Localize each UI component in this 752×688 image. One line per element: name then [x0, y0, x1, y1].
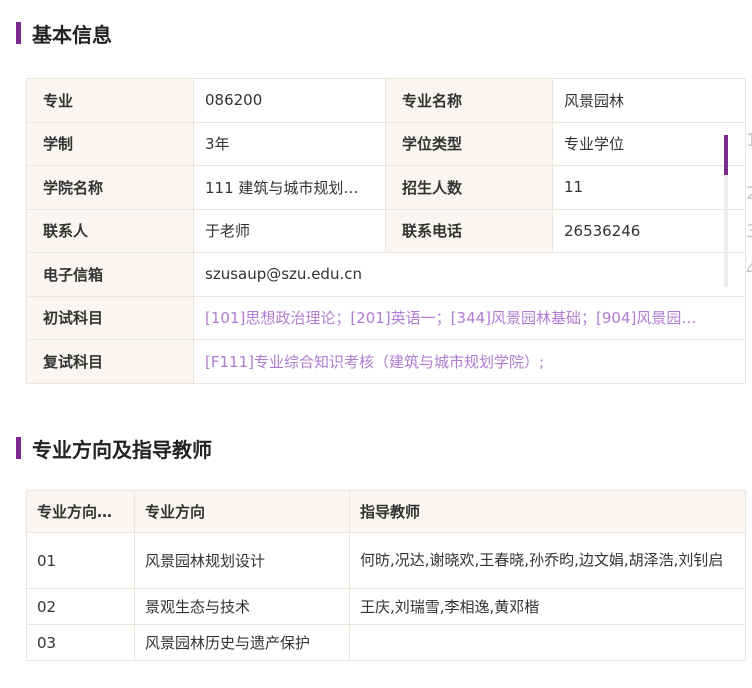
- prelim-subjects-label: 初试科目: [26, 295, 194, 340]
- col-header-teachers: 指导教师: [349, 490, 746, 533]
- table-row: 初试科目 [101]思想政治理论；[201]英语一；[344]风景园林基础；[9…: [26, 295, 746, 340]
- table-header-row: 专业方向… 专业方向 指导教师: [26, 490, 746, 533]
- phone-value: 26536246: [552, 208, 746, 253]
- basic-info-table: 专业 086200 专业名称 风景园林 学制 3年 学位类型 专业学位 学院名称…: [26, 78, 746, 384]
- table-row: 02 景观生态与技术 王庆,刘瑞雪,李相逸,黄邓楷: [26, 588, 746, 625]
- direction-name: 景观生态与技术: [134, 588, 350, 625]
- table-row: 学制 3年 学位类型 专业学位: [26, 121, 746, 166]
- duration-value: 3年: [193, 121, 386, 166]
- table-row: 电子信箱 szusaup@szu.edu.cn: [26, 252, 746, 297]
- enrollment-value: 11: [552, 165, 746, 210]
- college-value: 111 建筑与城市规划…: [193, 165, 386, 210]
- direction-teachers: 王庆,刘瑞雪,李相逸,黄邓楷: [349, 588, 746, 625]
- enrollment-label: 招生人数: [385, 165, 553, 210]
- college-label: 学院名称: [26, 165, 194, 210]
- side-nav-item[interactable]: 4: [746, 259, 752, 280]
- direction-teachers: [349, 624, 746, 661]
- table-row: 01 风景园林规划设计 何昉,况达,谢晓欢,王春晓,孙乔昀,边文娟,胡泽浩,刘钊…: [26, 532, 746, 589]
- table-row: 学院名称 111 建筑与城市规划… 招生人数 11: [26, 165, 746, 210]
- table-row: 联系人 于老师 联系电话 26536246: [26, 208, 746, 253]
- email-label: 电子信箱: [26, 252, 194, 297]
- direction-teachers: 何昉,况达,谢晓欢,王春晓,孙乔昀,边文娟,胡泽浩,刘钊启: [349, 532, 746, 589]
- heading-accent-bar: [16, 22, 21, 44]
- major-name-label: 专业名称: [385, 78, 553, 123]
- side-nav-item[interactable]: 2: [746, 183, 752, 204]
- major-code-label: 专业: [26, 78, 194, 123]
- major-name-value: 风景园林: [552, 78, 746, 123]
- direction-name: 风景园林规划设计: [134, 532, 350, 589]
- side-nav-item[interactable]: 1: [746, 130, 752, 151]
- directions-title: 专业方向及指导教师: [32, 437, 212, 462]
- direction-code: 02: [26, 588, 135, 625]
- degree-type-value: 专业学位: [552, 121, 746, 166]
- retest-subjects-link[interactable]: [F111]专业综合知识考核（建筑与城市规划学院）;: [193, 339, 746, 384]
- basic-info-heading: 基本信息: [16, 20, 112, 47]
- side-nav-item[interactable]: 3: [746, 221, 752, 242]
- table-row: 复试科目 [F111]专业综合知识考核（建筑与城市规划学院）;: [26, 339, 746, 384]
- major-code-value: 086200: [193, 78, 386, 123]
- table-row: 专业 086200 专业名称 风景园林: [26, 78, 746, 123]
- col-header-direction: 专业方向: [134, 490, 350, 533]
- degree-type-label: 学位类型: [385, 121, 553, 166]
- contact-label: 联系人: [26, 208, 194, 253]
- retest-subjects-label: 复试科目: [26, 339, 194, 384]
- email-value: szusaup@szu.edu.cn: [193, 252, 746, 297]
- prelim-subjects-link[interactable]: [101]思想政治理论；[201]英语一；[344]风景园林基础；[904]风景…: [193, 295, 746, 340]
- directions-table: 专业方向… 专业方向 指导教师 01 风景园林规划设计 何昉,况达,谢晓欢,王春…: [26, 490, 746, 661]
- phone-label: 联系电话: [385, 208, 553, 253]
- table-row: 03 风景园林历史与遗产保护: [26, 624, 746, 661]
- heading-accent-bar: [16, 437, 21, 459]
- duration-label: 学制: [26, 121, 194, 166]
- scrollbar-thumb[interactable]: [724, 135, 728, 175]
- contact-value: 于老师: [193, 208, 386, 253]
- direction-code: 03: [26, 624, 135, 661]
- directions-heading: 专业方向及指导教师: [16, 435, 212, 462]
- basic-info-title: 基本信息: [32, 22, 112, 47]
- side-nav-scrollbar[interactable]: [724, 135, 728, 287]
- col-header-code: 专业方向…: [26, 490, 135, 533]
- direction-name: 风景园林历史与遗产保护: [134, 624, 350, 661]
- direction-code: 01: [26, 532, 135, 589]
